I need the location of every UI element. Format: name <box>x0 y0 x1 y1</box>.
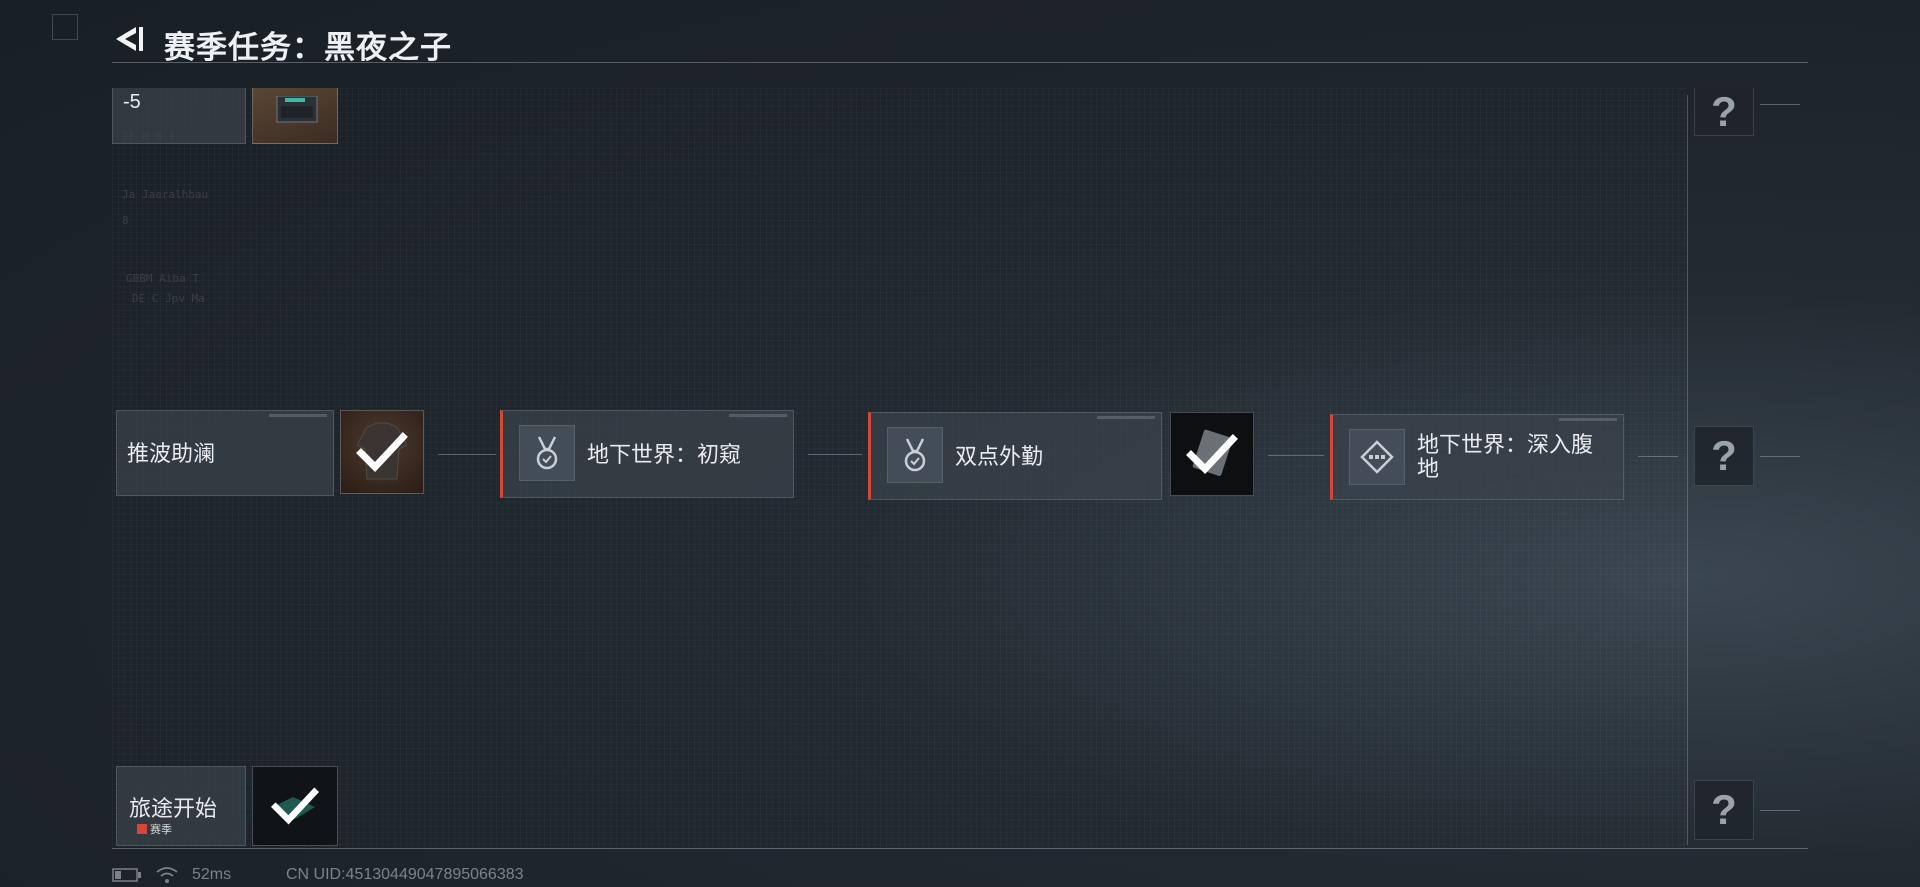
card-tab-line <box>1097 416 1155 419</box>
connector-line <box>1268 455 1324 456</box>
faded-text: Ja Jaeralhbau <box>122 188 209 201</box>
item-case-icon <box>276 95 318 122</box>
connector-line <box>808 454 862 455</box>
connector-line <box>1638 456 1678 457</box>
mission-label: 地下世界：深入腹地 <box>1417 432 1594 481</box>
mission-label: -5 <box>123 91 141 113</box>
season-badge-marker <box>137 824 147 834</box>
ping-value: 52ms <box>192 866 232 883</box>
faded-text: DE C Jpv Ma <box>132 292 205 305</box>
checkmark-icon <box>270 787 320 825</box>
checkmark-icon <box>1186 434 1238 475</box>
medal-icon-box <box>887 427 943 483</box>
battery-icon <box>112 868 141 882</box>
wifi-icon <box>156 867 178 883</box>
reward-completed-bottom[interactable] <box>252 766 338 846</box>
menu-square-icon[interactable] <box>52 14 78 40</box>
mission-card-dixiashijie-chukui[interactable]: 地下世界：初窥 <box>500 410 794 498</box>
connector-line <box>438 454 496 455</box>
medal-icon-box <box>519 425 575 481</box>
user-uid: CN UID:45130449047895066383 <box>286 866 524 883</box>
mission-card-lvtukaishi[interactable]: 旅途开始 赛季 <box>116 766 246 846</box>
mission-card-shuangdianwaiqin[interactable]: 双点外勤 <box>868 412 1162 500</box>
season-badge-label: 赛季 <box>150 824 172 836</box>
unknown-reward-slot[interactable]: ? <box>1694 88 1754 136</box>
mission-label: 旅途开始 <box>129 796 218 821</box>
connector-line <box>1760 104 1800 105</box>
mission-label: 推波助澜 <box>127 441 216 466</box>
medal-icon <box>904 438 926 472</box>
waypoint-diamond-icon <box>1360 440 1394 474</box>
checkmark-icon <box>356 432 408 473</box>
season-badge: 赛季 <box>137 821 172 837</box>
connector-line <box>1760 810 1800 811</box>
mission-card-partial[interactable]: -5 <box>112 88 246 144</box>
page-title: 赛季任务：黑夜之子 <box>164 30 452 65</box>
column-divider <box>1687 95 1688 845</box>
connector-line <box>1760 456 1800 457</box>
waypoint-icon-box <box>1349 429 1405 485</box>
mission-label: 双点外勤 <box>955 444 1044 469</box>
bottom-divider <box>112 848 1808 849</box>
card-tab-line <box>1559 418 1617 421</box>
mission-card-dixiashijie-shenrufudi[interactable]: 地下世界：深入腹地 <box>1330 414 1624 500</box>
back-button[interactable] <box>112 22 144 56</box>
reward-jacket-completed[interactable] <box>340 410 424 494</box>
back-arrow-icon <box>116 27 143 51</box>
card-tab-line <box>729 414 787 417</box>
card-tab-line <box>269 414 327 417</box>
header-bar: 赛季任务：黑夜之子 <box>112 18 1808 65</box>
mission-label: 地下世界：初窥 <box>587 442 742 467</box>
mission-card-tuibozhulan[interactable]: 推波助澜 <box>116 410 334 496</box>
status-bar: 52ms CN UID:45130449047895066383 <box>112 862 812 886</box>
reward-card-completed[interactable] <box>1170 412 1254 496</box>
unknown-reward-slot[interactable]: ? <box>1694 426 1754 486</box>
unknown-reward-slot[interactable]: ? <box>1694 780 1754 840</box>
medal-icon <box>536 436 558 470</box>
faded-text: GBBM Aiba T <box>126 272 199 285</box>
reward-item-partial[interactable] <box>252 88 338 144</box>
faded-text: 8 <box>122 214 129 227</box>
